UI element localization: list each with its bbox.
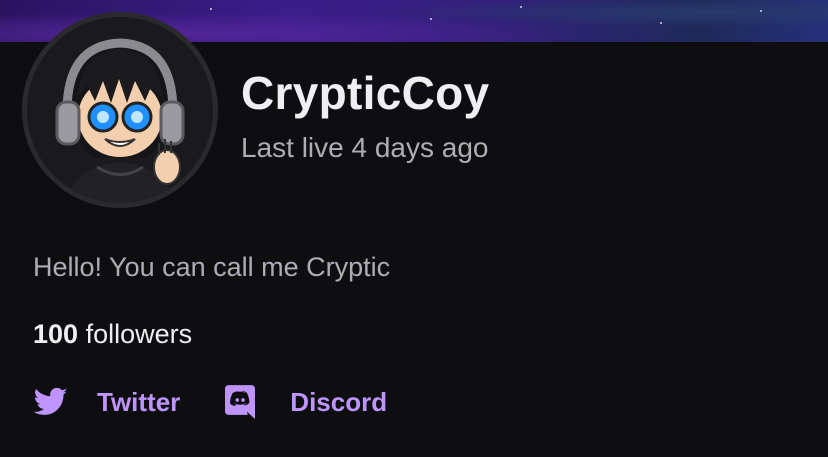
twitter-link[interactable]: Twitter <box>33 384 180 420</box>
chibi-avatar-picture <box>27 17 213 203</box>
follower-count-label: followers <box>85 319 193 349</box>
banner-star <box>760 10 762 12</box>
banner-star <box>210 8 212 10</box>
discord-icon <box>222 384 258 420</box>
avatar-image <box>27 17 213 203</box>
discord-link-label: Discord <box>290 386 388 417</box>
follower-count: 100 followers <box>33 319 192 350</box>
twitter-link-label: Twitter <box>97 386 181 417</box>
discord-link[interactable]: Discord <box>222 384 387 420</box>
twitter-bird-icon <box>33 384 69 420</box>
social-links: Twitter Discord <box>33 384 387 420</box>
follower-count-number: 100 <box>33 319 79 349</box>
last-live-status: Last live 4 days ago <box>241 132 489 163</box>
channel-display-name: CrypticCoy <box>241 67 490 119</box>
banner-star <box>520 6 522 8</box>
channel-bio: Hello! You can call me Cryptic <box>33 252 391 282</box>
avatar[interactable] <box>22 12 218 208</box>
channel-about-panel: CrypticCoy Last live 4 days ago Hello! Y… <box>0 0 828 457</box>
banner-star <box>660 22 662 24</box>
banner-star <box>430 18 432 20</box>
